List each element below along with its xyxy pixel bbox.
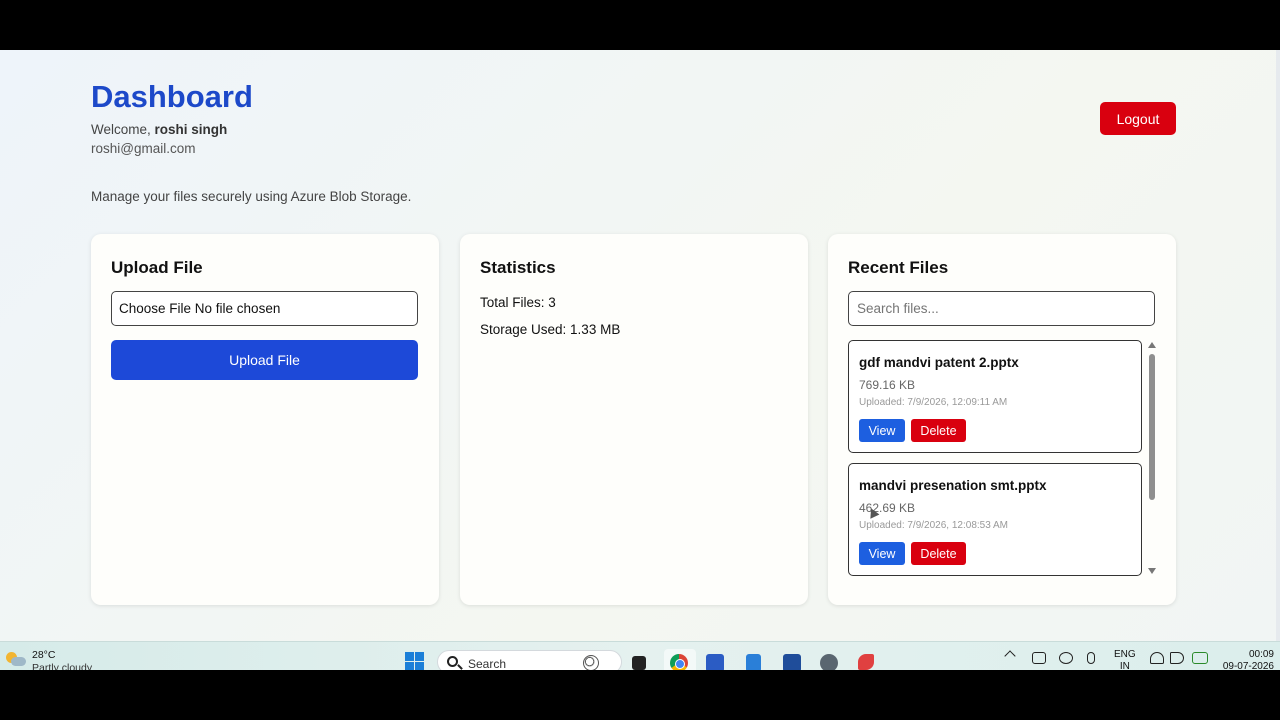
dashboard-page: Dashboard Welcome, roshi singh roshi@gma… bbox=[0, 50, 1280, 641]
file-upload-date: Uploaded: 7/9/2026, 12:09:11 AM bbox=[859, 397, 1008, 408]
microphone-icon[interactable] bbox=[1087, 652, 1095, 664]
weather-temperature: 28°C bbox=[32, 649, 56, 661]
statistics-card: Statistics Total Files: 3 Storage Used: … bbox=[460, 234, 808, 605]
taskbar-search-box[interactable]: Search bbox=[437, 650, 622, 670]
welcome-prefix: Welcome, bbox=[91, 122, 155, 137]
upload-card: Upload File Choose File No file chosen U… bbox=[91, 234, 439, 605]
delete-file-button[interactable]: Delete bbox=[911, 419, 966, 442]
volume-icon[interactable] bbox=[1170, 652, 1184, 664]
user-email: roshi@gmail.com bbox=[91, 141, 196, 156]
word-app-icon[interactable] bbox=[706, 654, 724, 670]
letterbox-top bbox=[0, 0, 1280, 50]
language-code: ENG bbox=[1114, 649, 1136, 660]
clock-time: 00:09 bbox=[1248, 649, 1274, 660]
recent-files-list: gdf mandvi patent 2.pptx 769.16 KB Uploa… bbox=[848, 340, 1158, 577]
file-item: mandvi presenation smt.pptx 462.69 KB Up… bbox=[848, 463, 1142, 576]
chrome-app-icon[interactable] bbox=[670, 654, 688, 670]
snipping-tool-icon[interactable] bbox=[858, 654, 874, 670]
scroll-up-arrow-icon[interactable] bbox=[1148, 342, 1156, 348]
upload-file-button[interactable]: Upload File bbox=[111, 340, 418, 380]
statistics-card-title: Statistics bbox=[480, 258, 556, 277]
scrollbar-thumb[interactable] bbox=[1149, 354, 1155, 500]
total-files-stat: Total Files: 3 bbox=[480, 295, 556, 310]
tray-overflow-chevron-icon[interactable] bbox=[1004, 650, 1016, 662]
file-upload-date: Uploaded: 7/9/2026, 12:08:53 AM bbox=[859, 520, 1009, 531]
recent-files-card: Recent Files gdf mandvi patent 2.pptx 76… bbox=[828, 234, 1176, 605]
terminal-app-icon[interactable] bbox=[632, 656, 646, 670]
page-subtitle: Manage your files securely using Azure B… bbox=[91, 189, 412, 204]
language-indicator[interactable]: ENG IN bbox=[1114, 649, 1136, 670]
notepad-app-icon[interactable] bbox=[746, 654, 761, 670]
cloud-offline-icon[interactable] bbox=[1032, 652, 1046, 664]
powershell-app-icon[interactable] bbox=[783, 654, 801, 670]
letterbox-bottom bbox=[0, 670, 1280, 720]
system-clock[interactable]: 00:09 09-07-2026 bbox=[1222, 649, 1274, 670]
settings-app-icon[interactable] bbox=[820, 654, 838, 670]
scroll-down-arrow-icon[interactable] bbox=[1148, 568, 1156, 574]
search-files-input[interactable] bbox=[848, 291, 1155, 326]
user-name: roshi singh bbox=[154, 122, 228, 137]
windows-start-icon[interactable] bbox=[405, 652, 424, 670]
clock-date: 09-07-2026 bbox=[1222, 661, 1274, 670]
file-chooser-input[interactable]: Choose File No file chosen bbox=[111, 291, 418, 326]
weather-condition: Partly cloudy bbox=[32, 662, 93, 670]
language-region: IN bbox=[1119, 661, 1130, 670]
storage-used-stat: Storage Used: 1.33 MB bbox=[480, 322, 621, 337]
page-title: Dashboard bbox=[91, 79, 253, 114]
wifi-icon[interactable] bbox=[1150, 652, 1164, 664]
page-scrollbar[interactable] bbox=[1276, 50, 1280, 641]
view-file-button[interactable]: View bbox=[859, 542, 905, 565]
file-name: gdf mandvi patent 2.pptx bbox=[859, 355, 1019, 370]
upload-card-title: Upload File bbox=[111, 258, 203, 277]
football-icon bbox=[583, 655, 599, 670]
logout-button[interactable]: Logout bbox=[1100, 102, 1176, 135]
recent-files-title: Recent Files bbox=[848, 258, 949, 277]
file-item: gdf mandvi patent 2.pptx 769.16 KB Uploa… bbox=[848, 340, 1142, 453]
file-size: 769.16 KB bbox=[859, 378, 916, 392]
file-name: mandvi presenation smt.pptx bbox=[859, 478, 1047, 493]
file-list-scrollbar[interactable] bbox=[1146, 340, 1158, 577]
view-file-button[interactable]: View bbox=[859, 419, 905, 442]
partly-cloudy-icon bbox=[6, 652, 26, 666]
sync-icon[interactable] bbox=[1059, 652, 1073, 664]
taskbar-search-label: Search bbox=[468, 657, 507, 670]
windows-taskbar: 28°C Partly cloudy Search ENG IN 00:09 0… bbox=[0, 641, 1280, 670]
delete-file-button[interactable]: Delete bbox=[911, 542, 966, 565]
battery-icon[interactable] bbox=[1192, 652, 1208, 664]
header: Dashboard Welcome, roshi singh roshi@gma… bbox=[91, 78, 253, 156]
welcome-text: Welcome, roshi singh bbox=[91, 122, 253, 137]
